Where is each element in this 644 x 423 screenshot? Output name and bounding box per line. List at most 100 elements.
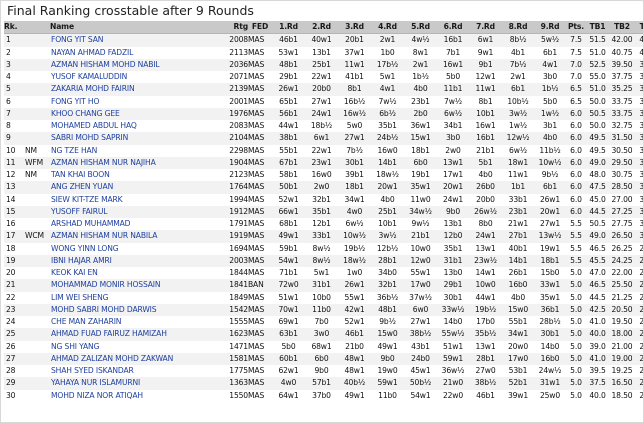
cell-round-7: 27w0 [469,365,502,378]
cell-round-1: 56b1 [272,107,305,120]
cell-title [24,340,50,353]
cell-round-5: 37w½ [404,291,437,304]
cell-tb2: 35.25 [609,83,635,96]
cell-points: 5.0 [566,279,586,292]
cell-round-3: 42w1 [338,303,371,316]
cell-rank: 4 [4,71,24,84]
cell-rating: 1904 [223,156,248,169]
cell-round-3: 7b½ [338,144,371,157]
cell-round-8: 17w0 [502,352,534,365]
cell-round-5: 12w0 [404,254,437,267]
cell-federation: MAS [248,291,272,304]
cell-round-9: 1w½ [534,107,566,120]
cell-title: NM [24,169,50,182]
cell-title [24,242,50,255]
cell-round-1: 46b1 [272,33,305,47]
cell-round-9: 25w0 [534,389,566,402]
cell-federation: MAS [248,328,272,341]
cell-title [24,279,50,292]
cell-rank: 25 [4,328,24,341]
cell-round-5: 17w0 [404,279,437,292]
cell-round-8: 20w0 [502,340,534,353]
cell-tb3: 27.5 [635,279,643,292]
cell-round-4: 28b1 [371,254,404,267]
cell-round-3: 21b0 [338,340,371,353]
cell-round-7: 8b1 [469,95,502,108]
cell-points: 6.0 [566,132,586,145]
table-row: 3 AZMAN HISHAM MOHD NABIL 2036 MAS 48b1 25b1 1… [4,58,643,71]
cell-round-4: 24b½ [371,132,404,145]
cell-round-8: 16b0 [502,279,534,292]
cell-rating: 2003 [223,254,248,267]
header-round-7: 7.Rd [469,21,502,35]
table-row: 22 LIM WEI SHENG 1849 MAS 51w1 10b0 55w1 36b½ 37… [4,291,643,304]
cell-points: 5.5 [566,218,586,231]
cell-round-3: 20b1 [338,33,371,47]
cell-rank: 3 [4,58,24,71]
header-round-3: 3.Rd [338,21,371,35]
cell-tb2: 19.00 [609,352,635,365]
cell-tb3: 21.0 [635,267,643,280]
cell-tb3: 33.0 [635,120,643,133]
cell-round-3: 5w0 [338,120,371,133]
cell-name: MOHD NIZA NOR ATIQAH [50,389,223,402]
cell-round-6: 30b1 [437,291,469,304]
cell-tb1: 49.5 [586,132,609,145]
cell-title [24,389,50,402]
cell-round-3: 37w1 [338,46,371,59]
cell-round-2: 68w1 [305,340,338,353]
cell-name: AZMAN HISHAM NUR NAJIHA [50,156,223,169]
cell-federation: MAS [248,230,272,243]
cell-round-6: 33w½ [437,303,469,316]
cell-round-5: 43b1 [404,340,437,353]
cell-round-4: 20w1 [371,181,404,194]
cell-tb3: 31.5 [635,144,643,157]
cell-round-9: 26w1 [534,193,566,206]
cell-federation: MAS [248,132,272,145]
cell-round-1: 54w1 [272,254,305,267]
header-round-9: 9.Rd [534,21,566,35]
cell-name: YUSOFF FAIRUL [50,205,223,218]
cell-rating: 2008 [223,33,248,47]
cell-name: YUSOF KAMALUDDIN [50,71,223,84]
cell-round-8: 21w1 [502,218,534,231]
cell-round-9: 33w1 [534,279,566,292]
cell-title [24,107,50,120]
cell-name: SIEW KIT-TZE MARK [50,193,223,206]
cell-round-7: 9w1 [469,46,502,59]
cell-tb2: 27.75 [609,218,635,231]
cell-round-5: 36w1 [404,120,437,133]
cell-round-3: 18b1 [338,181,371,194]
cell-name: KEOK KAI EN [50,267,223,280]
cell-round-2: 40w1 [305,33,338,47]
cell-tb1: 51.0 [586,83,609,96]
cell-name: MOHAMED ABDUL HAQ [50,120,223,133]
cell-tb3: 25.0 [635,365,643,378]
cell-round-6: 31b1 [437,254,469,267]
cell-tb2: 24.25 [609,254,635,267]
cell-name: ZAKARIA MOHD FAIRIN [50,83,223,96]
cell-federation: MAS [248,254,272,267]
table-row: 1 FONG YIT SAN 2008 MAS 46b1 40w1 20b1 2w1 4w½ 16… [4,33,643,47]
cell-round-3: 41b1 [338,71,371,84]
cell-round-4: 12b½ [371,242,404,255]
cell-tb1: 49.0 [586,156,609,169]
cell-round-4: 32b1 [371,279,404,292]
cell-rank: 2 [4,46,24,59]
cell-round-7: 46b1 [469,389,502,402]
cell-tb1: 50.5 [586,107,609,120]
cell-round-2: 10b0 [305,291,338,304]
cell-points: 5.0 [566,267,586,280]
cell-round-5: 4b0 [404,83,437,96]
cell-round-2: 18b½ [305,120,338,133]
cell-title [24,46,50,59]
cell-round-6: 16w1 [437,58,469,71]
cell-round-7: 10b1 [469,107,502,120]
table-row: 25 AHMAD FUAD FAIRUZ HAMIZAH 1623 MAS 63b1 3w… [4,328,643,341]
cell-round-7: 24w1 [469,230,502,243]
cell-tb3: 28.5 [635,291,643,304]
header-name: Name [50,21,223,35]
header-round-1: 1.Rd [272,21,305,35]
cell-round-7: 17b0 [469,316,502,329]
cell-round-9: 13w½ [534,230,566,243]
